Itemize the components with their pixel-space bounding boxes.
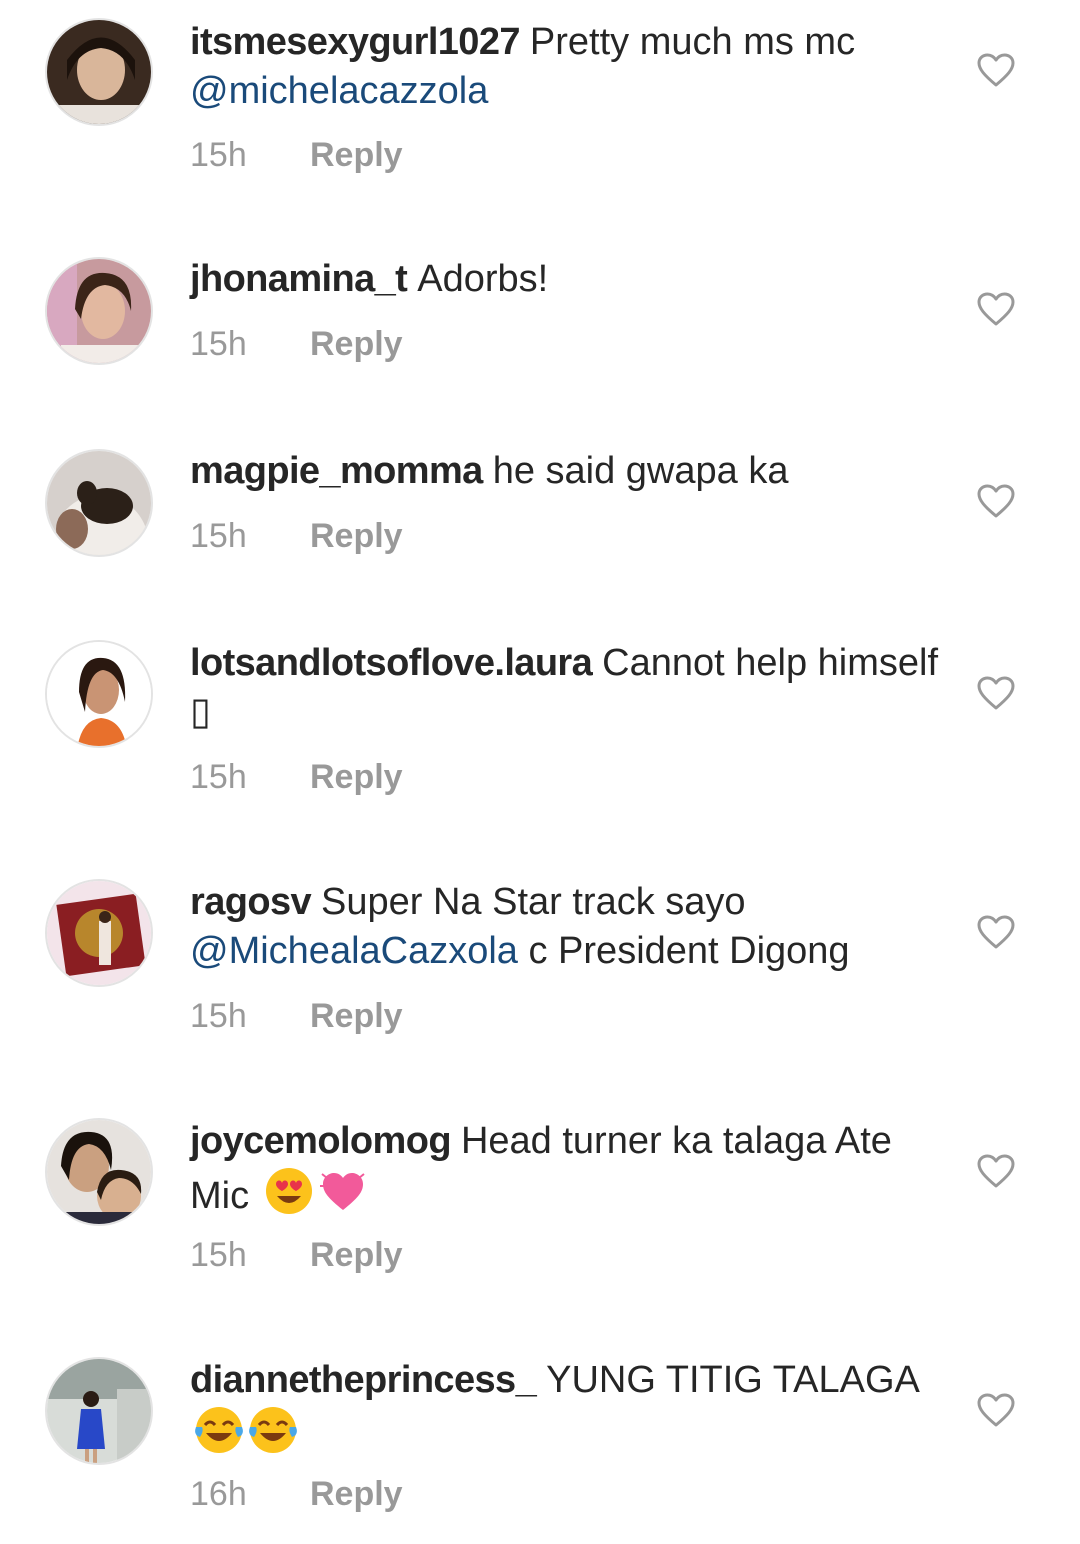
avatar[interactable]: [45, 1357, 153, 1465]
profile-photo-icon: [47, 881, 151, 985]
tears-of-joy-emoji-icon: [249, 1407, 297, 1453]
comment-text-block: itsmesexygurl1027 Pretty much ms mc @mich…: [190, 18, 950, 116]
comment-time: 15h: [190, 997, 247, 1035]
avatar[interactable]: [45, 18, 153, 126]
reply-button[interactable]: Reply: [310, 517, 403, 555]
heart-outline-icon[interactable]: [976, 675, 1016, 711]
comment-text: Super Na Star track sayo: [321, 881, 746, 923]
comment-text-after: c President Digong: [528, 930, 850, 972]
comment-body: diannetheprincess_ YUNG TITIG TALAGA: [190, 1356, 950, 1460]
reply-button[interactable]: Reply: [310, 758, 403, 796]
comment-text-block: diannetheprincess_ YUNG TITIG TALAGA: [190, 1356, 950, 1460]
comment-meta: 15h Reply: [190, 1235, 403, 1275]
profile-photo-icon: [47, 451, 151, 555]
reply-button[interactable]: Reply: [310, 1475, 403, 1513]
comment-time: 15h: [190, 758, 247, 796]
comment-time: 15h: [190, 517, 247, 555]
tears-of-joy-emoji-icon: [195, 1407, 243, 1453]
avatar[interactable]: [45, 449, 153, 557]
profile-photo-icon: [47, 1359, 151, 1463]
mention-link[interactable]: @michelacazzola: [190, 70, 488, 112]
avatar[interactable]: [45, 640, 153, 748]
mention-link[interactable]: @MichealaCazxola: [190, 930, 518, 972]
comment-text-block: jhonamina_t Adorbs!: [190, 255, 950, 304]
missing-glyph: ▯: [190, 691, 211, 733]
username-link[interactable]: lotsandlotsoflove.laura: [190, 642, 593, 684]
username-link[interactable]: magpie_momma: [190, 450, 483, 492]
comment-text-block: joycemolomog Head turner ka talaga Ate Mi…: [190, 1117, 950, 1221]
heart-outline-icon[interactable]: [976, 1392, 1016, 1428]
comment-text-block: ragosv Super Na Star track sayo @Micheala…: [190, 878, 950, 976]
avatar[interactable]: [45, 1118, 153, 1226]
heart-outline-icon[interactable]: [976, 52, 1016, 88]
comment-text: he said gwapa ka: [492, 450, 789, 492]
username-link[interactable]: diannetheprincess_: [190, 1359, 537, 1401]
heart-outline-icon[interactable]: [976, 914, 1016, 950]
username-link[interactable]: itsmesexygurl1027: [190, 21, 521, 63]
comment-body: joycemolomog Head turner ka talaga Ate Mi…: [190, 1117, 950, 1221]
heart-outline-icon[interactable]: [976, 1153, 1016, 1189]
comment-body: lotsandlotsoflove.laura Cannot help himse…: [190, 639, 950, 737]
comment-meta: 15h Reply: [190, 516, 403, 556]
profile-photo-icon: [47, 259, 151, 363]
profile-photo-icon: [47, 642, 151, 746]
comment-meta: 16h Reply: [190, 1474, 403, 1514]
comment-body: ragosv Super Na Star track sayo @Micheala…: [190, 878, 950, 976]
avatar[interactable]: [45, 879, 153, 987]
growing-heart-emoji-icon: [319, 1173, 365, 1210]
avatar[interactable]: [45, 257, 153, 365]
reply-button[interactable]: Reply: [310, 136, 403, 174]
comment-body: itsmesexygurl1027 Pretty much ms mc @mich…: [190, 18, 950, 116]
reply-button[interactable]: Reply: [310, 325, 403, 363]
username-link[interactable]: joycemolomog: [190, 1120, 452, 1162]
comment-time: 15h: [190, 1236, 247, 1274]
profile-photo-icon: [47, 20, 151, 124]
comment-text: YUNG TITIG TALAGA: [546, 1359, 918, 1401]
comment-text: Pretty much ms mc: [529, 21, 856, 63]
heart-outline-icon[interactable]: [976, 483, 1016, 519]
heart-eyes-emoji-icon: [265, 1168, 312, 1214]
reply-button[interactable]: Reply: [310, 997, 403, 1035]
profile-photo-icon: [47, 1120, 151, 1224]
comment-body: magpie_momma he said gwapa ka: [190, 447, 950, 496]
comment-time: 16h: [190, 1475, 247, 1513]
comment-text-block: magpie_momma he said gwapa ka: [190, 447, 950, 496]
username-link[interactable]: jhonamina_t: [190, 258, 408, 300]
comment-meta: 15h Reply: [190, 135, 403, 175]
comment-meta: 15h Reply: [190, 757, 403, 797]
comment-meta: 15h Reply: [190, 996, 403, 1036]
comment-text: Adorbs!: [417, 258, 549, 300]
comment-body: jhonamina_t Adorbs!: [190, 255, 950, 304]
comment-text: Cannot help himself: [602, 642, 939, 684]
comment-time: 15h: [190, 325, 247, 363]
comment-time: 15h: [190, 136, 247, 174]
comment-text-block: lotsandlotsoflove.laura Cannot help himse…: [190, 639, 950, 737]
reply-button[interactable]: Reply: [310, 1236, 403, 1274]
username-link[interactable]: ragosv: [190, 881, 312, 923]
heart-outline-icon[interactable]: [976, 291, 1016, 327]
comment-meta: 15h Reply: [190, 324, 403, 364]
